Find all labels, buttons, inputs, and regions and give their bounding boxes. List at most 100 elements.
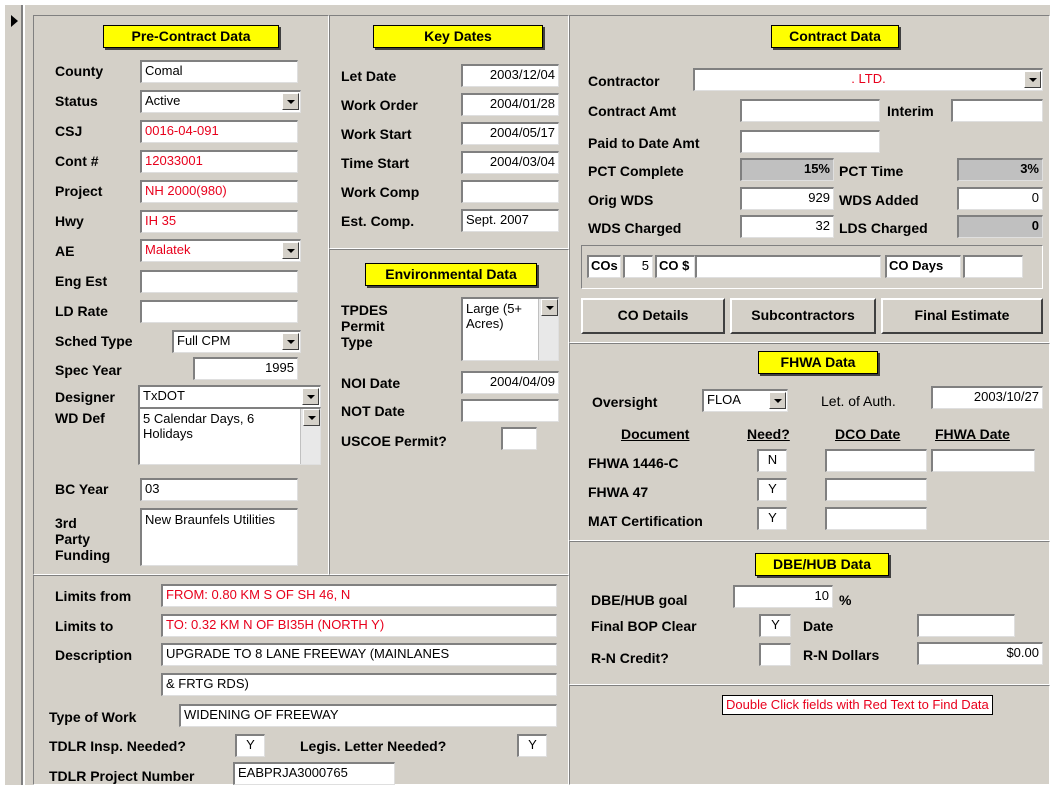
chevron-down-icon[interactable]	[769, 392, 786, 409]
co-dollar-field[interactable]	[695, 255, 881, 278]
wd-def-list[interactable]: 5 Calendar Days, 6 Holidays	[138, 407, 321, 465]
hwy-field[interactable]: IH 35	[140, 210, 298, 233]
bop-date-label: Date	[803, 618, 834, 634]
tdlr-project-field[interactable]: EABPRJA3000765	[233, 762, 395, 785]
fhwa-doc-47-label: FHWA 47	[588, 484, 649, 500]
tdlr-insp-label: TDLR Insp. Needed?	[49, 738, 186, 754]
paid-to-date-label: Paid to Date Amt	[588, 135, 700, 151]
oversight-select[interactable]: FLOA	[702, 389, 788, 412]
record-selector[interactable]	[5, 5, 23, 785]
cont-label: Cont #	[55, 153, 99, 169]
csj-label: CSJ	[55, 123, 83, 139]
pct-complete-field: 15%	[740, 158, 834, 181]
cos-field[interactable]: 5	[623, 255, 653, 278]
wd-def-label: WD Def	[55, 410, 105, 426]
chevron-down-icon[interactable]	[1024, 71, 1041, 88]
ld-rate-field[interactable]	[140, 300, 298, 323]
time-start-field[interactable]: 2004/03/04	[461, 151, 559, 174]
fhwa-1446c-fhwa-date-field[interactable]	[931, 449, 1035, 472]
fhwa-47-need-field[interactable]: Y	[757, 478, 787, 501]
third-party-label-3: Funding	[55, 547, 111, 563]
eng-est-label: Eng Est	[55, 273, 108, 289]
rn-credit-field[interactable]	[759, 643, 791, 666]
uscoe-field[interactable]	[501, 427, 537, 450]
wd-def-value: 5 Calendar Days, 6 Holidays	[143, 411, 255, 441]
limits-to-field[interactable]: TO: 0.32 KM N OF BI35H (NORTH Y)	[161, 614, 557, 637]
designer-select[interactable]: TxDOT	[138, 385, 321, 408]
sched-type-select[interactable]: Full CPM	[172, 330, 301, 353]
fhwa-1446c-dco-field[interactable]	[825, 449, 927, 472]
dbe-hub-goal-unit: %	[839, 592, 852, 608]
chevron-down-icon[interactable]	[282, 333, 299, 350]
legis-letter-field[interactable]: Y	[517, 734, 547, 757]
chevron-down-icon[interactable]	[282, 242, 299, 259]
oversight-value: FLOA	[707, 392, 741, 407]
noi-date-label: NOI Date	[341, 375, 401, 391]
third-party-label-1: 3rd	[55, 515, 77, 531]
third-party-field[interactable]: New Braunfels Utilities	[140, 508, 298, 566]
rn-dollars-field[interactable]: $0.00	[917, 642, 1043, 665]
wd-def-scrollbar[interactable]	[300, 409, 320, 464]
county-field[interactable]: Comal	[140, 60, 298, 83]
type-of-work-field[interactable]: WIDENING OF FREEWAY	[179, 704, 557, 727]
bc-year-field[interactable]: 03	[140, 478, 298, 501]
mat-cert-dco-field[interactable]	[825, 507, 927, 530]
co-details-button[interactable]: CO Details	[581, 298, 725, 334]
dbe-hub-goal-field[interactable]: 10	[733, 585, 833, 608]
wds-added-field[interactable]: 0	[957, 187, 1043, 210]
mat-cert-label: MAT Certification	[588, 513, 703, 529]
fhwa-47-dco-field[interactable]	[825, 478, 927, 501]
fhwa-1446c-need-field[interactable]: N	[757, 449, 787, 472]
cont-field[interactable]: 12033001	[140, 150, 298, 173]
work-comp-field[interactable]	[461, 180, 559, 203]
final-estimate-button[interactable]: Final Estimate	[881, 298, 1043, 334]
let-of-auth-field[interactable]: 2003/10/27	[931, 386, 1043, 409]
est-comp-label: Est. Comp.	[341, 213, 415, 229]
tpdes-list[interactable]: Large (5+ Acres)	[461, 297, 559, 361]
wds-added-label: WDS Added	[839, 192, 919, 208]
description-field-line-1[interactable]: UPGRADE TO 8 LANE FREEWAY (MAINLANES	[161, 643, 557, 666]
tpdes-scrollbar[interactable]	[538, 299, 558, 360]
fhwa-date-column-header: FHWA Date	[935, 426, 1010, 442]
let-date-field[interactable]: 2003/12/04	[461, 64, 559, 87]
paid-to-date-field[interactable]	[740, 130, 880, 153]
chevron-down-icon[interactable]	[302, 388, 319, 405]
wds-charged-label: WDS Charged	[588, 220, 682, 236]
project-field[interactable]: NH 2000(980)	[140, 180, 298, 203]
rn-dollars-label: R-N Dollars	[803, 647, 880, 663]
tdlr-insp-field[interactable]: Y	[235, 734, 265, 757]
sched-type-value: Full CPM	[177, 333, 231, 348]
contract-amt-field[interactable]	[740, 99, 880, 122]
co-days-field[interactable]	[963, 255, 1023, 278]
not-date-field[interactable]	[461, 399, 559, 422]
subcontractors-button[interactable]: Subcontractors	[730, 298, 876, 334]
dbe-hub-goal-label: DBE/HUB goal	[591, 592, 688, 608]
chevron-down-icon[interactable]	[282, 93, 299, 110]
work-start-field[interactable]: 2004/05/17	[461, 122, 559, 145]
eng-est-field[interactable]	[140, 270, 298, 293]
work-order-label: Work Order	[341, 97, 418, 113]
work-order-field[interactable]: 2004/01/28	[461, 93, 559, 116]
est-comp-field[interactable]: Sept. 2007	[461, 209, 559, 232]
ae-select[interactable]: Malatek	[140, 239, 301, 262]
description-field-line-2[interactable]: & FRTG RDS)	[161, 673, 557, 696]
csj-field[interactable]: 0016-04-091	[140, 120, 298, 143]
need-column-header: Need?	[747, 426, 790, 442]
let-of-auth-label: Let. of Auth.	[821, 393, 896, 409]
contractor-value: . LTD.	[851, 71, 886, 86]
contractor-select[interactable]: . LTD.	[693, 68, 1043, 91]
spec-year-field[interactable]: 1995	[193, 357, 298, 380]
wds-charged-field[interactable]: 32	[740, 215, 834, 238]
final-bop-clear-field[interactable]: Y	[759, 614, 791, 637]
chevron-down-icon[interactable]	[541, 299, 558, 316]
orig-wds-field[interactable]: 929	[740, 187, 834, 210]
mat-cert-need-field[interactable]: Y	[757, 507, 787, 530]
county-label: County	[55, 63, 104, 79]
limits-from-field[interactable]: FROM: 0.80 KM S OF SH 46, N	[161, 584, 557, 607]
status-select[interactable]: Active	[140, 90, 301, 113]
noi-date-field[interactable]: 2004/04/09	[461, 371, 559, 394]
bop-date-field[interactable]	[917, 614, 1015, 637]
dco-date-column-header: DCO Date	[835, 426, 901, 442]
interim-field[interactable]	[951, 99, 1043, 122]
chevron-down-icon[interactable]	[303, 409, 320, 426]
